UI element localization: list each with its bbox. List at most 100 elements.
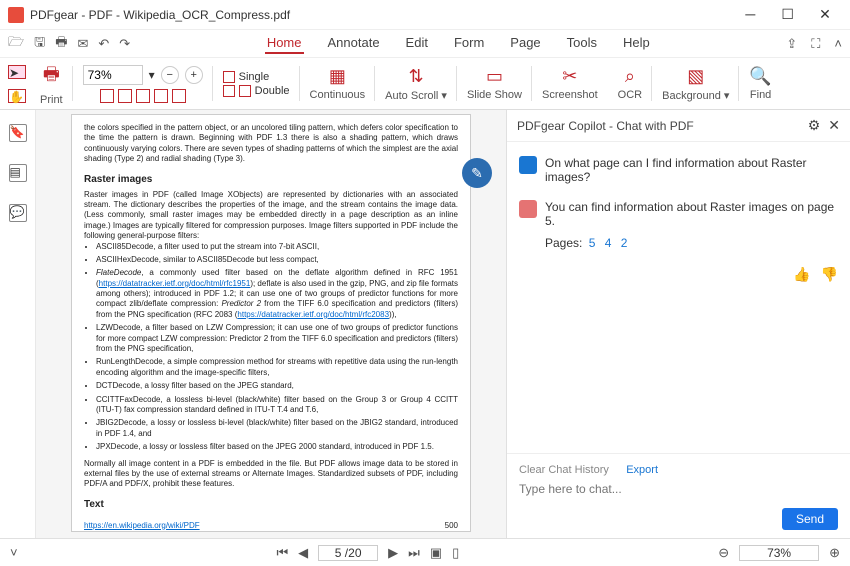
copilot-fab[interactable]: ✎: [462, 158, 492, 188]
zoom-dropdown-icon[interactable]: ▾: [149, 68, 155, 82]
rfc1951-link[interactable]: https://datatracker.ietf.org/doc/html/rf…: [99, 279, 251, 288]
clear-chat-link[interactable]: Clear Chat History: [519, 464, 609, 476]
app-logo: [8, 7, 24, 23]
pointer-tool[interactable]: ➤: [8, 65, 26, 79]
bot-avatar: [519, 200, 537, 218]
chat-input[interactable]: [519, 476, 838, 502]
page-outro: Normally all image content in a PDF is e…: [84, 459, 458, 490]
share-icon[interactable]: ⇪: [786, 36, 797, 52]
continuous-icon: ▦: [329, 66, 346, 87]
background-icon: ▧: [687, 66, 704, 87]
filter-list: ASCII85Decode, a filter used to put the …: [84, 242, 458, 453]
first-page-button[interactable]: ⏮: [276, 545, 288, 561]
print-group[interactable]: 🖶 Print: [34, 58, 69, 109]
ocr-group[interactable]: ⌕ OCR: [612, 58, 648, 109]
rotate-left-button[interactable]: [154, 89, 168, 103]
single-mode[interactable]: Single: [223, 71, 290, 83]
zoom-in-status[interactable]: ⊕: [829, 545, 840, 561]
close-button[interactable]: ✕: [808, 6, 842, 23]
fullscreen-icon[interactable]: ⛶: [811, 36, 820, 52]
tab-page[interactable]: Page: [508, 33, 542, 54]
thumbs-up-icon[interactable]: 👍: [793, 266, 810, 283]
find-icon: 🔍: [749, 66, 771, 87]
copilot-settings-icon[interactable]: ⚙: [808, 117, 821, 134]
user-avatar: [519, 156, 537, 174]
undo-icon[interactable]: ↶: [98, 36, 109, 52]
collapse-ribbon-icon[interactable]: ˄: [834, 36, 842, 52]
tab-annotate[interactable]: Annotate: [326, 33, 382, 54]
double-mode[interactable]: Double: [223, 85, 290, 97]
tab-help[interactable]: Help: [621, 33, 652, 54]
fit-page-button[interactable]: [100, 89, 114, 103]
background-group[interactable]: ▧ Background ▾: [656, 58, 735, 109]
slideshow-group[interactable]: ▭ Slide Show: [461, 58, 528, 109]
ribbon: ➤ ✋ 🖶 Print ▾ − + Single Double ▦ Contin…: [0, 58, 850, 110]
quick-access-toolbar: 🗁 🖫 🖶 ✉ ↶ ↷ Home Annotate Edit Form Page…: [0, 30, 850, 58]
zoom-status[interactable]: 73%: [739, 545, 819, 561]
rfc2083-link[interactable]: https://datatracker.ietf.org/doc/html/rf…: [237, 310, 389, 319]
next-page-button[interactable]: ▶: [388, 545, 398, 561]
comment-panel-button[interactable]: 💬: [9, 204, 27, 222]
titlebar: PDFgear - PDF - Wikipedia_OCR_Compress.p…: [0, 0, 850, 30]
redo-icon[interactable]: ↷: [119, 36, 130, 52]
rotate-right-button[interactable]: [172, 89, 186, 103]
print-icon[interactable]: 🖶: [55, 33, 67, 55]
ribbon-tabs: Home Annotate Edit Form Page Tools Help: [140, 33, 776, 54]
thumbs-down-icon[interactable]: 👎: [821, 266, 838, 283]
document-area[interactable]: the colors specified in the pattern obje…: [36, 110, 506, 538]
tab-form[interactable]: Form: [452, 33, 486, 54]
send-button[interactable]: Send: [782, 508, 838, 530]
minimize-button[interactable]: ─: [733, 6, 767, 22]
mail-icon[interactable]: ✉: [77, 36, 88, 52]
window-title: PDFgear - PDF - Wikipedia_OCR_Compress.p…: [30, 8, 733, 22]
text-heading: Text: [84, 498, 458, 511]
copilot-panel: PDFgear Copilot - Chat with PDF ⚙ ✕ On w…: [506, 110, 850, 538]
source-link[interactable]: https://en.wikipedia.org/wiki/PDF: [84, 521, 200, 531]
page-link-4[interactable]: 4: [605, 236, 612, 250]
chat-area: On what page can I find information abou…: [507, 142, 850, 453]
tab-edit[interactable]: Edit: [404, 33, 430, 54]
last-page-button[interactable]: ⏭: [408, 545, 420, 561]
user-message: On what page can I find information abou…: [545, 156, 838, 184]
read-mode-icon[interactable]: ▣: [430, 545, 442, 561]
find-group[interactable]: 🔍 Find: [743, 58, 777, 109]
zoom-in-button[interactable]: +: [185, 66, 203, 84]
page-indicator[interactable]: 5 /20: [318, 545, 378, 561]
expand-sidebar-icon[interactable]: ˅: [10, 545, 18, 560]
screenshot-group[interactable]: ✂ Screenshot: [536, 58, 604, 109]
page-link-2[interactable]: 2: [621, 236, 628, 250]
continuous-group[interactable]: ▦ Continuous: [304, 58, 372, 109]
status-bar: ˅ ⏮ ◀ 5 /20 ▶ ⏭ ▣ ▯ ⊖ 73% ⊕: [0, 538, 850, 566]
prev-page-button[interactable]: ◀: [298, 545, 308, 561]
bookmark-panel-button[interactable]: 🔖: [9, 124, 27, 142]
copilot-title: PDFgear Copilot - Chat with PDF: [517, 119, 694, 133]
tab-tools[interactable]: Tools: [565, 33, 599, 54]
thumbnail-panel-button[interactable]: ▤: [9, 164, 27, 182]
autoscroll-group[interactable]: ⇅ Auto Scroll ▾: [379, 58, 453, 109]
pdf-page: the colors specified in the pattern obje…: [71, 114, 471, 532]
fit-width-button[interactable]: [118, 89, 132, 103]
tab-home[interactable]: Home: [265, 33, 304, 54]
export-chat-link[interactable]: Export: [626, 464, 658, 476]
zoom-group: ▾ − +: [77, 58, 209, 109]
slideshow-icon: ▭: [486, 66, 503, 87]
page-link-5[interactable]: 5: [589, 236, 596, 250]
zoom-out-status[interactable]: ⊖: [718, 545, 729, 561]
autoscroll-icon: ⇅: [409, 66, 424, 87]
zoom-out-button[interactable]: −: [161, 66, 179, 84]
page-intro: the colors specified in the pattern obje…: [84, 123, 458, 165]
maximize-button[interactable]: ☐: [771, 6, 805, 23]
page-number: 500: [445, 521, 458, 531]
left-sidebar: 🔖 ▤ 💬: [0, 110, 36, 538]
actual-size-button[interactable]: [136, 89, 150, 103]
single-view-icon[interactable]: ▯: [452, 545, 459, 561]
zoom-input[interactable]: [83, 65, 143, 85]
page-mode-group: Single Double: [217, 58, 296, 109]
main-area: 🔖 ▤ 💬 the colors specified in the patter…: [0, 110, 850, 538]
ocr-icon: ⌕: [625, 66, 635, 87]
select-mode-group: ➤ ✋: [8, 59, 26, 109]
hand-tool[interactable]: ✋: [8, 89, 26, 103]
save-icon[interactable]: 🖫: [34, 33, 45, 55]
copilot-close-icon[interactable]: ✕: [828, 117, 840, 134]
open-icon[interactable]: 🗁: [8, 33, 24, 55]
